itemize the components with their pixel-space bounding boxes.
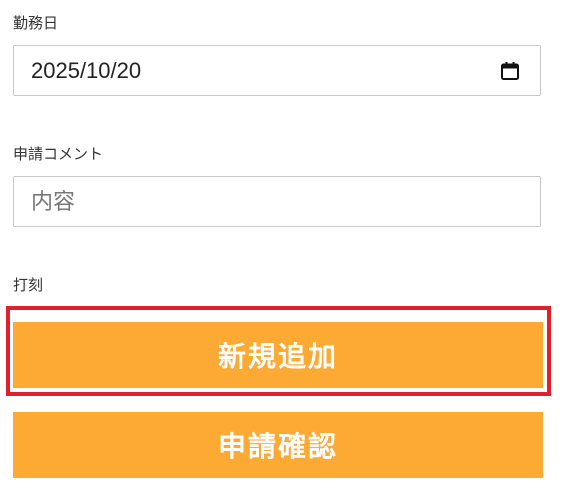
work-date-label: 勤務日 xyxy=(13,14,59,32)
add-new-button[interactable]: 新規追加 xyxy=(13,322,543,388)
punch-label: 打刻 xyxy=(13,276,44,294)
work-date-value[interactable]: 2025/10/20 xyxy=(31,46,141,95)
work-date-field[interactable]: 2025/10/20 xyxy=(13,45,541,96)
comment-label: 申請コメント xyxy=(13,145,104,163)
calendar-icon[interactable] xyxy=(500,61,520,81)
confirm-request-button[interactable]: 申請確認 xyxy=(13,412,543,478)
comment-field[interactable]: 内容 xyxy=(13,176,541,227)
attendance-request-form: 勤務日 2025/10/20 申請コメント 内容 打刻 新規追加 申請確認 xyxy=(0,0,564,490)
comment-placeholder[interactable]: 内容 xyxy=(31,177,75,226)
